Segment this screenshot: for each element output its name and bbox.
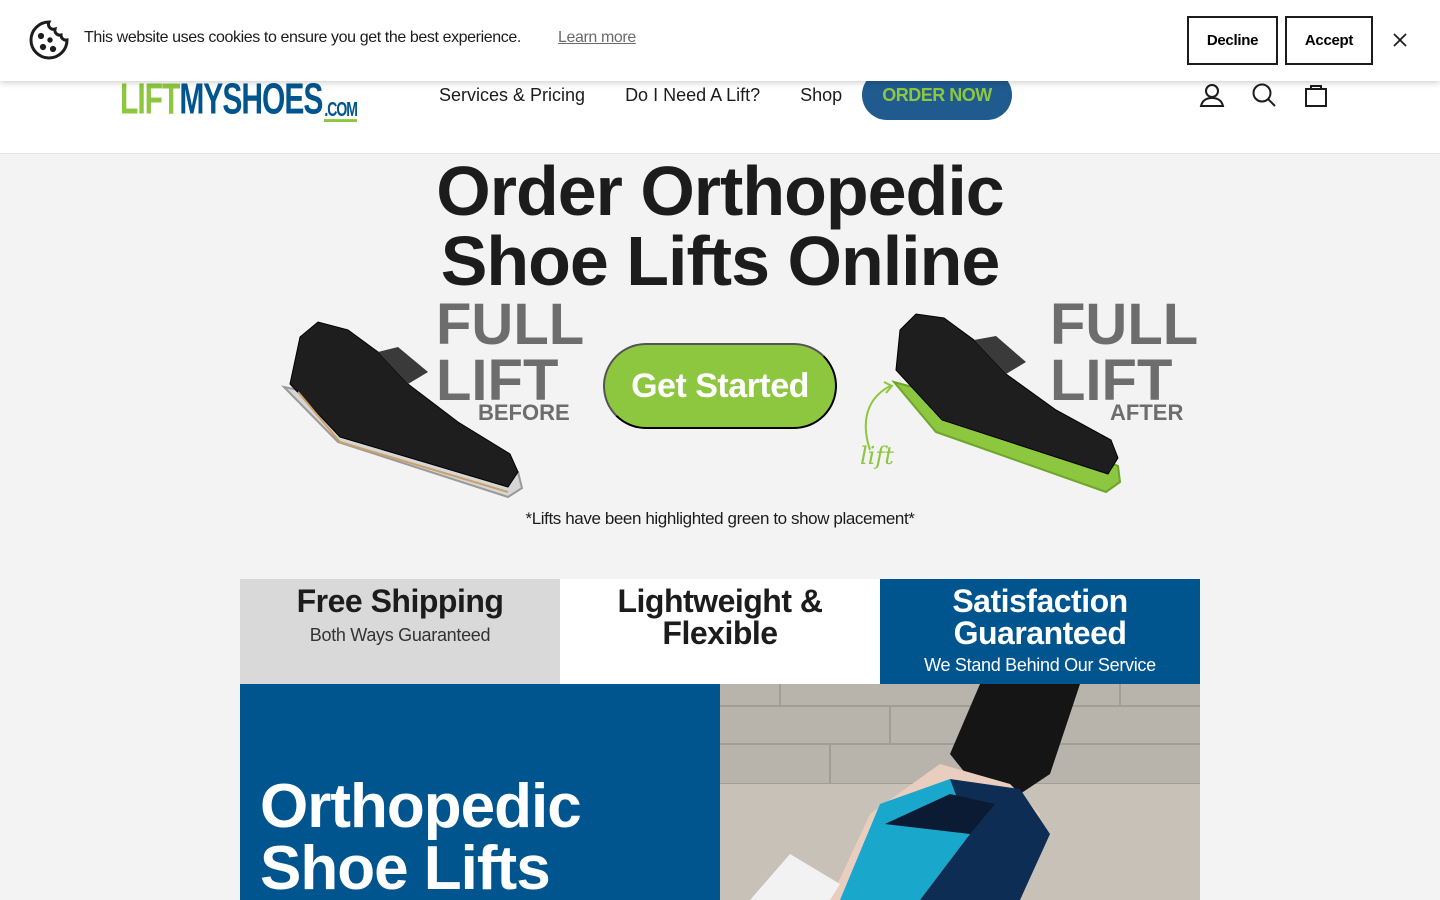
header-icons [1198, 80, 1354, 110]
feature-subtitle: Both Ways Guaranteed [309, 625, 491, 645]
nav-do-i-need-a-lift[interactable]: Do I Need A Lift? [625, 85, 760, 106]
get-started-button[interactable]: Get Started [603, 343, 837, 429]
hero-title: Order Orthopedic Shoe Lifts Online [0, 156, 1440, 296]
search-icon[interactable] [1250, 80, 1278, 110]
product-banner: Orthopedic Shoe Lifts [240, 684, 720, 900]
banner-title: Orthopedic Shoe Lifts [260, 776, 582, 900]
cookie-decline-button[interactable]: Decline [1187, 16, 1278, 65]
feature-title-line-2: Flexible [662, 615, 778, 651]
before-label-before: BEFORE [478, 400, 570, 425]
after-label-after: AFTER [1110, 400, 1183, 425]
account-icon[interactable] [1198, 80, 1226, 110]
lift-annotation: lift [860, 442, 894, 470]
hero-note: *Lifts have been highlighted green to sh… [525, 509, 915, 528]
banner-title-line-1: Orthopedic [260, 772, 582, 841]
cookie-learn-more-link[interactable]: Learn more [558, 29, 636, 47]
banner-title-line-2: Shoe Lifts [260, 834, 551, 900]
feature-subtitle: We Stand Behind Our Service [924, 655, 1156, 675]
feature-title-line-1: Lightweight & [617, 583, 823, 619]
cookie-icon [28, 19, 70, 61]
shoe-before-image: FULL LIFT BEFORE [278, 292, 588, 502]
feature-title: Lightweight & Flexible [560, 579, 880, 649]
logo-text-lift: LIFT [120, 75, 180, 124]
logo-text-myshoes: MYSHOES [179, 75, 323, 124]
cookie-accept-button[interactable]: Accept [1285, 16, 1373, 65]
cart-icon[interactable] [1302, 80, 1330, 110]
feature-satisfaction: Satisfaction Guaranteed We Stand Behind … [880, 579, 1200, 684]
feature-title-line-2: Guaranteed [953, 615, 1127, 651]
feature-lightweight: Lightweight & Flexible [560, 579, 880, 684]
feature-title: Satisfaction Guaranteed [880, 579, 1200, 649]
hero-title-line-1: Order Orthopedic [436, 152, 1004, 230]
logo-text-com: .COM [324, 97, 358, 122]
nav-shop[interactable]: Shop [800, 85, 842, 106]
cookie-consent-bar: This website uses cookies to ensure you … [0, 0, 1440, 81]
banner-photo-sneaker [720, 684, 1200, 900]
cookie-message: This website uses cookies to ensure you … [84, 29, 521, 46]
close-icon[interactable] [1390, 30, 1410, 50]
shoe-after-image: FULL LIFT AFTER lift [856, 292, 1201, 502]
nav-services-pricing[interactable]: Services & Pricing [439, 85, 585, 106]
feature-free-shipping: Free Shipping Both Ways Guaranteed [240, 579, 560, 684]
feature-title-line-1: Satisfaction [952, 583, 1128, 619]
page: LIFT MYSHOES .COM Services & Pricing Do … [0, 0, 1440, 900]
feature-title: Free Shipping [296, 583, 504, 619]
hero-title-line-2: Shoe Lifts Online [440, 222, 1001, 300]
